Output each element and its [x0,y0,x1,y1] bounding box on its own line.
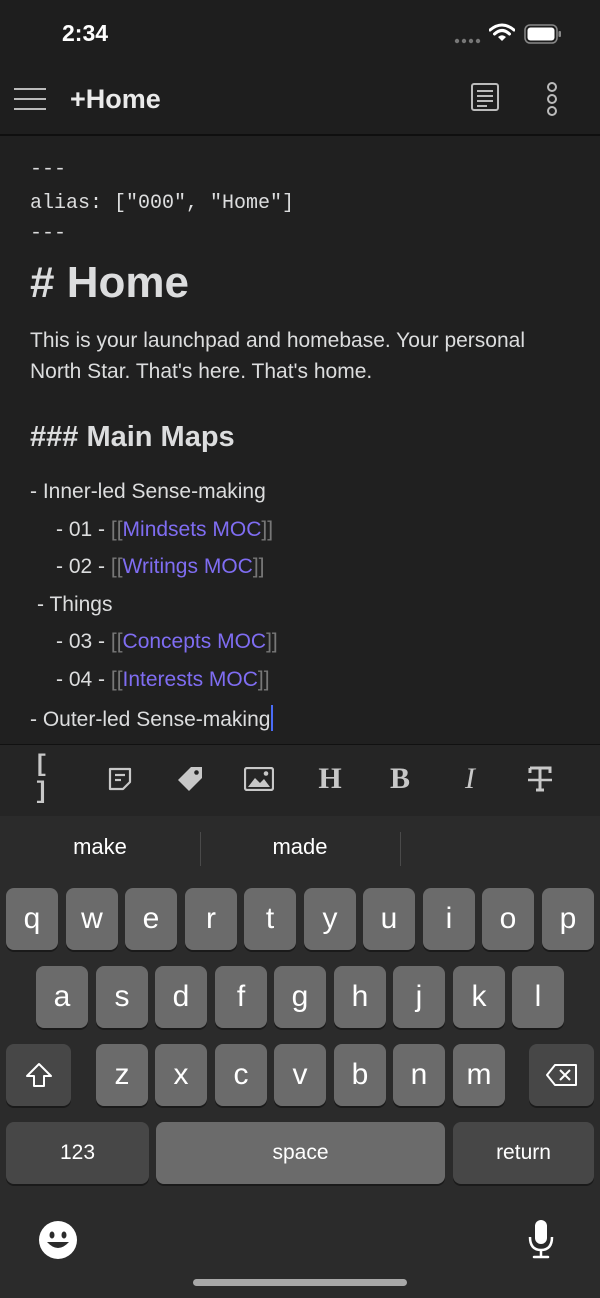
heading-1: # Home [30,258,189,307]
key-s[interactable]: s [96,966,148,1028]
key-r[interactable]: r [185,888,237,950]
list-item: - 03 - [[Concepts MOC]] [56,630,278,653]
key-u[interactable]: u [363,888,415,950]
shift-icon [25,1063,52,1087]
list-item: - 04 - [[Interests MOC]] [56,668,270,691]
internal-link[interactable]: Writings MOC [123,555,253,578]
status-bar: 2:34 [0,0,600,70]
internal-link[interactable]: Mindsets MOC [123,518,262,541]
list-item: - Inner-led Sense-making [30,480,266,503]
key-v[interactable]: v [274,1044,326,1106]
key-h[interactable]: h [334,966,386,1028]
menu-icon[interactable] [14,84,48,114]
key-b[interactable]: b [334,1044,386,1106]
key-n[interactable]: n [393,1044,445,1106]
key-k[interactable]: k [453,966,505,1028]
note-editor[interactable]: --- alias: ["000", "Home"] --- # Home Th… [0,136,600,744]
bold-icon[interactable]: B [384,759,416,799]
keyboard: make made q w e r t y u i o p a s d f g … [0,816,600,1298]
list-item: - 02 - [[Writings MOC]] [56,555,265,578]
heading-3: ### Main Maps [30,421,235,453]
return-key[interactable]: return [453,1122,594,1184]
list-item: - 01 - [[Mindsets MOC]] [56,518,274,541]
tag-icon[interactable] [174,759,206,799]
key-g[interactable]: g [274,966,326,1028]
key-p[interactable]: p [542,888,594,950]
key-t[interactable]: t [244,888,296,950]
heading-icon[interactable]: H [314,759,346,799]
key-c[interactable]: c [215,1044,267,1106]
frontmatter-alias: alias: ["000", "Home"] [30,192,295,215]
key-f[interactable]: f [215,966,267,1028]
status-time: 2:34 [62,20,109,46]
internal-link[interactable]: Interests MOC [123,668,258,691]
app-header: +Home [0,70,600,136]
suggestion-2[interactable]: made [200,834,400,860]
key-d[interactable]: d [155,966,207,1028]
list-item: - Outer-led Sense-making [30,705,274,732]
key-m[interactable]: m [453,1044,505,1106]
key-o[interactable]: o [482,888,534,950]
backspace-key[interactable] [529,1044,594,1106]
battery-icon [524,24,561,44]
space-key[interactable]: space [156,1122,445,1184]
suggestion-divider [400,832,401,866]
more-options-icon[interactable] [540,82,564,116]
embed-icon[interactable] [104,759,136,799]
key-a[interactable]: a [36,966,88,1028]
italic-icon[interactable]: I [454,759,486,799]
wifi-icon [489,23,515,41]
key-l[interactable]: l [512,966,564,1028]
backspace-icon [545,1064,577,1086]
emoji-icon[interactable] [38,1220,78,1260]
key-i[interactable]: i [423,888,475,950]
list-item: - Things [37,593,113,616]
key-j[interactable]: j [393,966,445,1028]
microphone-icon[interactable] [526,1218,556,1260]
formatting-toolbar: [ ] H B I [0,744,600,817]
strikethrough-icon[interactable] [524,759,556,799]
key-e[interactable]: e [125,888,177,950]
text-cursor [271,705,274,731]
cellular-signal-icon [454,38,481,44]
home-indicator[interactable] [193,1279,407,1286]
frontmatter-close: --- [30,222,67,245]
key-q[interactable]: q [6,888,58,950]
frontmatter-open: --- [30,158,67,181]
wikilink-icon[interactable]: [ ] [34,752,66,806]
key-z[interactable]: z [96,1044,148,1106]
shift-key[interactable] [6,1044,71,1106]
key-y[interactable]: y [304,888,356,950]
key-x[interactable]: x [155,1044,207,1106]
intro-paragraph: This is your launchpad and homebase. You… [30,329,525,383]
suggestion-1[interactable]: make [0,834,200,860]
reading-view-icon[interactable] [470,82,500,112]
key-w[interactable]: w [66,888,118,950]
image-icon[interactable] [243,759,275,799]
internal-link[interactable]: Concepts MOC [123,630,267,653]
numbers-key[interactable]: 123 [6,1122,149,1184]
page-title: +Home [70,84,161,114]
